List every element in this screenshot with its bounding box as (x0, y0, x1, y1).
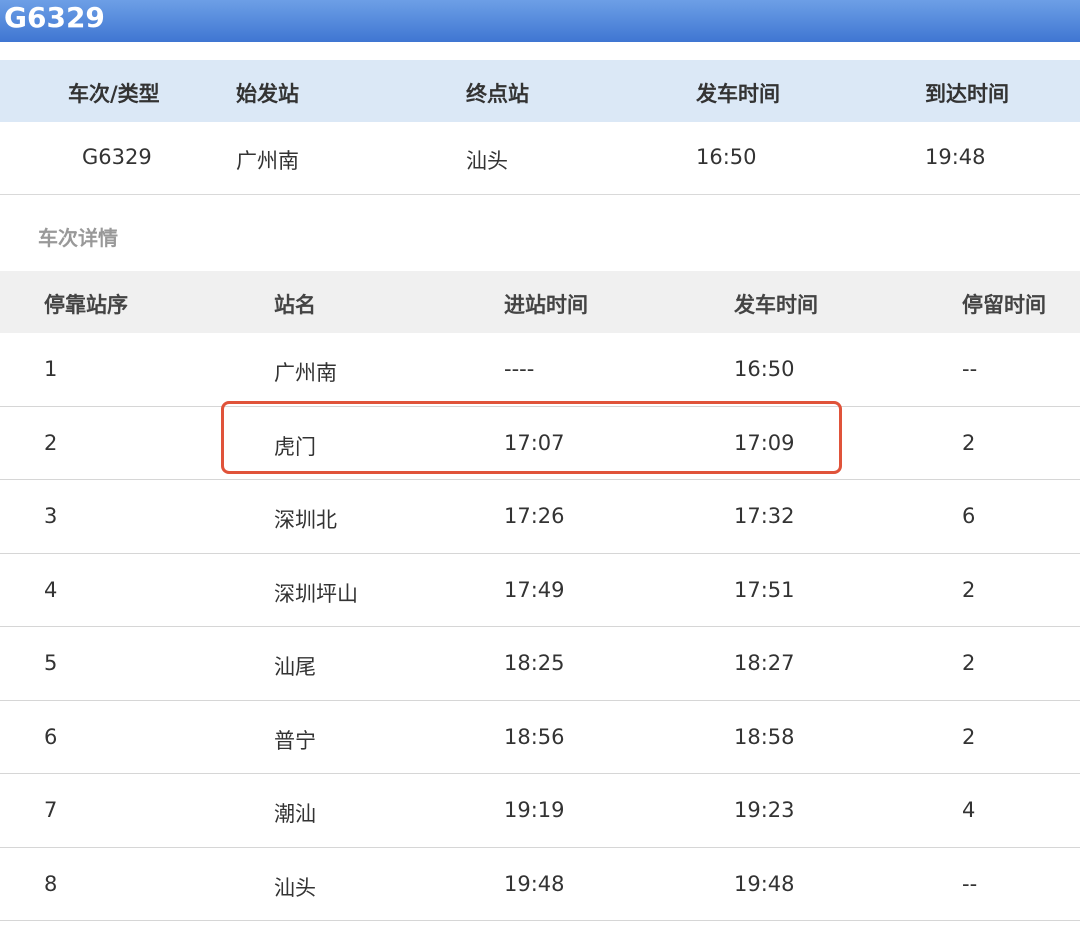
table-row: 3 深圳北 17:26 17:32 6 (0, 480, 1080, 554)
title-bar: G6329 (0, 0, 1080, 42)
cell-depart: 18:58 (734, 724, 795, 749)
summary-header-depart: 发车时间 (696, 82, 780, 106)
cell-stay: 2 (962, 724, 976, 749)
cell-depart: 19:23 (734, 798, 795, 822)
detail-header: 停靠站序 站名 进站时间 发车时间 停留时间 (0, 271, 1080, 333)
summary-train: G6329 (82, 145, 152, 169)
summary-arrive: 19:48 (925, 145, 986, 169)
detail-header-station: 站名 (274, 293, 316, 317)
highlight-box (221, 401, 842, 474)
cell-station: 汕尾 (274, 655, 316, 679)
table-row: 7 潮汕 19:19 19:23 4 (0, 774, 1080, 848)
cell-station: 深圳坪山 (274, 581, 358, 606)
summary-depart: 16:50 (696, 145, 757, 169)
summary-header: 车次/类型 始发站 终点站 发车时间 到达时间 (0, 60, 1080, 122)
detail-header-stay: 停留时间 (962, 293, 1046, 317)
cell-stay: 6 (962, 504, 976, 528)
table-row: 6 普宁 18:56 18:58 2 (0, 701, 1080, 774)
table-row: 8 汕头 19:48 19:48 -- (0, 848, 1080, 921)
cell-seq: 2 (44, 430, 58, 455)
cell-arrive: 19:48 (504, 871, 565, 896)
cell-depart: 16:50 (734, 357, 795, 381)
train-title: G6329 (4, 1, 105, 34)
cell-station: 汕头 (274, 875, 316, 900)
cell-arrive: ---- (504, 357, 535, 381)
cell-stay: 4 (962, 798, 976, 822)
cell-seq: 4 (44, 577, 58, 602)
cell-stay: 2 (962, 577, 976, 602)
section-label: 车次详情 (38, 226, 118, 250)
cell-stay: -- (962, 871, 978, 896)
cell-depart: 17:51 (734, 577, 795, 602)
cell-stay: 2 (962, 430, 976, 455)
table-row: 5 汕尾 18:25 18:27 2 (0, 627, 1080, 701)
cell-seq: 6 (44, 724, 58, 749)
summary-terminal: 汕头 (466, 149, 508, 173)
summary-header-train: 车次/类型 (68, 82, 160, 106)
cell-seq: 5 (44, 651, 58, 675)
table-row: 4 深圳坪山 17:49 17:51 2 (0, 554, 1080, 627)
cell-depart: 18:27 (734, 651, 795, 675)
cell-seq: 8 (44, 871, 58, 896)
cell-seq: 3 (44, 504, 58, 528)
summary-origin: 广州南 (236, 149, 299, 173)
cell-arrive: 19:19 (504, 798, 565, 822)
summary-header-arrive: 到达时间 (925, 82, 1009, 106)
cell-arrive: 18:56 (504, 724, 565, 749)
cell-depart: 19:48 (734, 871, 795, 896)
cell-station: 普宁 (274, 728, 316, 753)
detail-header-arrive: 进站时间 (504, 293, 588, 317)
cell-station: 广州南 (274, 361, 337, 385)
summary-header-origin: 始发站 (236, 82, 299, 106)
detail-header-seq: 停靠站序 (44, 293, 128, 317)
cell-stay: -- (962, 357, 978, 381)
cell-station: 深圳北 (274, 508, 337, 532)
table-row: 1 广州南 ---- 16:50 -- (0, 333, 1080, 407)
detail-header-depart: 发车时间 (734, 293, 818, 317)
summary-header-terminal: 终点站 (466, 82, 529, 106)
cell-depart: 17:32 (734, 504, 795, 528)
cell-seq: 1 (44, 357, 58, 381)
summary-row: G6329 广州南 汕头 16:50 19:48 (0, 122, 1080, 195)
cell-arrive: 18:25 (504, 651, 565, 675)
cell-seq: 7 (44, 798, 58, 822)
cell-arrive: 17:26 (504, 504, 565, 528)
cell-station: 潮汕 (274, 802, 316, 826)
cell-stay: 2 (962, 651, 976, 675)
cell-arrive: 17:49 (504, 577, 565, 602)
